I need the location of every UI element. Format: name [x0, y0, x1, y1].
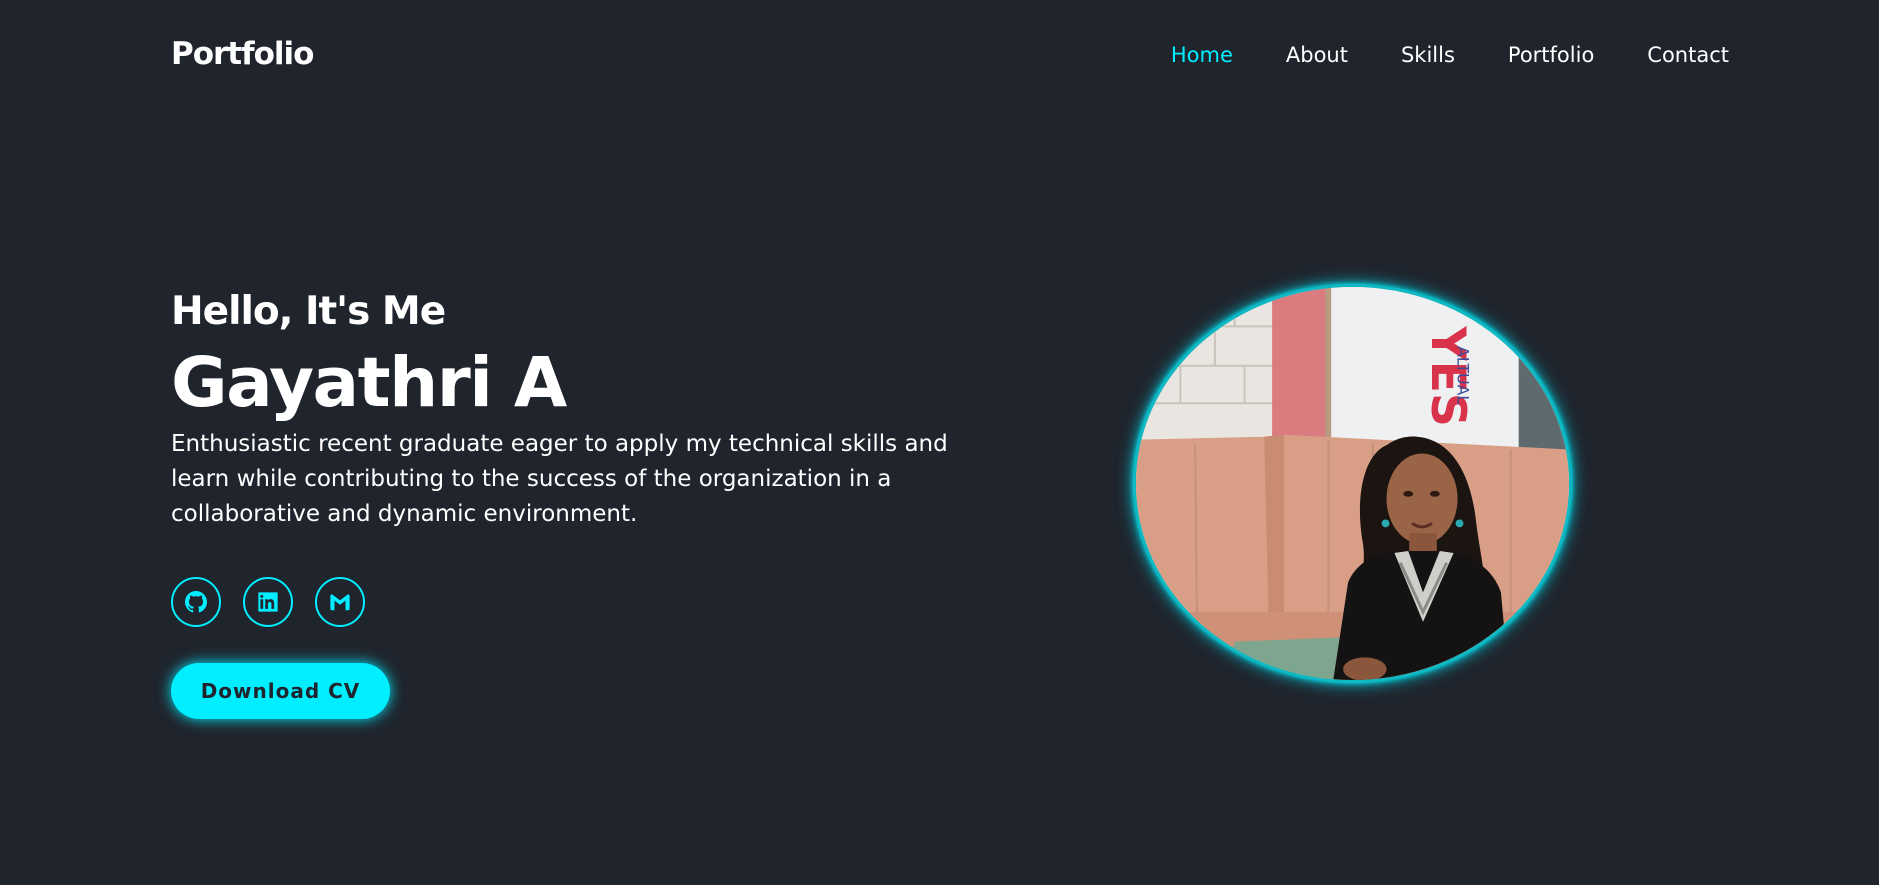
profile-photo: YES ALTUAL	[1133, 284, 1572, 683]
github-link[interactable]	[171, 577, 221, 627]
page: Portfolio Home About Skills Portfolio Co…	[0, 0, 1879, 885]
linkedin-link[interactable]	[243, 577, 293, 627]
main-nav: Home About Skills Portfolio Contact	[1171, 43, 1729, 67]
gmail-link[interactable]	[315, 577, 365, 627]
github-icon	[185, 591, 207, 613]
gmail-icon	[330, 594, 350, 611]
nav-skills[interactable]: Skills	[1401, 43, 1455, 67]
nav-portfolio[interactable]: Portfolio	[1508, 43, 1594, 67]
logo[interactable]: Portfolio	[171, 36, 314, 72]
svg-text:ALTUAL: ALTUAL	[1454, 346, 1473, 404]
hero-content: Hello, It's Me Gayathri A Enthusiastic r…	[171, 285, 961, 532]
greeting: Hello, It's Me	[171, 289, 446, 334]
nav-contact[interactable]: Contact	[1647, 43, 1729, 67]
linkedin-icon	[258, 592, 278, 612]
download-cv-button[interactable]: Download CV	[171, 663, 390, 719]
profile-photo-illustration: YES ALTUAL	[1136, 287, 1569, 680]
nav-about[interactable]: About	[1286, 43, 1348, 67]
site-header: Portfolio Home About Skills Portfolio Co…	[0, 0, 1879, 112]
social-links	[171, 577, 365, 627]
nav-home[interactable]: Home	[1171, 43, 1233, 67]
hero-description: Enthusiastic recent graduate eager to ap…	[171, 431, 948, 527]
hero-name: Gayathri A	[171, 343, 567, 423]
